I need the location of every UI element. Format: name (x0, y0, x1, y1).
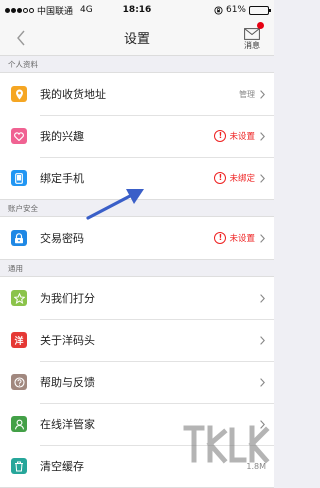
row-bind-phone[interactable]: 绑定手机 ! 未绑定 (0, 157, 274, 199)
row-shipping-address[interactable]: 我的收货地址 管理 (0, 73, 274, 115)
row-right: ! 未设置 (214, 130, 266, 142)
message-label: 消息 (244, 41, 260, 50)
row-right: ! 未绑定 (214, 172, 266, 184)
help-icon (11, 374, 27, 390)
page-title: 设置 (123, 32, 150, 47)
customer-service-icon (11, 416, 27, 432)
watermark-logo (183, 425, 270, 464)
row-label: 我的收货地址 (40, 88, 106, 101)
section-header-general: 通用 (0, 260, 274, 276)
location-pin-icon (11, 86, 27, 102)
section-header-profile: 个人资料 (0, 56, 274, 72)
row-label: 交易密码 (40, 232, 84, 245)
battery-icon (249, 5, 271, 15)
row-help-feedback[interactable]: 帮助与反馈 (0, 361, 274, 403)
chevron-right-icon (258, 377, 266, 387)
chevron-right-icon (258, 335, 266, 345)
row-right (258, 293, 266, 303)
chevron-right-icon (258, 233, 266, 243)
row-right: ! 未设置 (214, 232, 266, 244)
row-right (258, 377, 266, 387)
row-label: 帮助与反馈 (40, 376, 95, 389)
row-rate-us[interactable]: 为我们打分 (0, 277, 274, 319)
phone-icon (11, 170, 27, 186)
group-profile: 我的收货地址 管理 我的兴趣 ! 未设置 绑定手机 ! 未绑定 (0, 72, 274, 200)
chevron-right-icon (258, 89, 266, 99)
group-account-security: 交易密码 ! 未设置 (0, 216, 274, 260)
warning-icon: ! (214, 130, 227, 142)
row-label: 关于洋码头 (40, 334, 95, 347)
warning-icon: ! (214, 172, 227, 184)
row-right (258, 335, 266, 345)
chevron-right-icon (258, 293, 266, 303)
back-button[interactable] (10, 26, 32, 50)
chevron-left-icon (17, 30, 25, 46)
message-button[interactable]: 消息 (236, 22, 268, 54)
star-icon (11, 290, 27, 306)
row-label: 绑定手机 (40, 172, 84, 185)
status-bar: 中国联通 4G 18:16 61% (0, 0, 274, 20)
heart-icon (11, 128, 27, 144)
row-label: 我的兴趣 (40, 130, 84, 143)
manage-text: 管理 (239, 89, 255, 99)
envelope-icon (244, 22, 264, 40)
chevron-right-icon (258, 131, 266, 141)
row-about[interactable]: 洋 关于洋码头 (0, 319, 274, 361)
status-text: 未设置 (229, 234, 255, 244)
unread-dot (257, 22, 264, 29)
status-text: 未设置 (229, 132, 255, 142)
warning-icon: ! (214, 232, 227, 244)
yang-logo-icon: 洋 (11, 332, 27, 348)
row-right: 管理 (239, 89, 266, 100)
row-label: 为我们打分 (40, 292, 95, 305)
row-trade-password[interactable]: 交易密码 ! 未设置 (0, 217, 274, 259)
status-text: 未绑定 (229, 174, 255, 184)
chevron-right-icon (258, 173, 266, 183)
row-my-interests[interactable]: 我的兴趣 ! 未设置 (0, 115, 274, 157)
lock-icon (11, 230, 27, 246)
trash-icon (11, 458, 27, 474)
section-header-account-security: 账户安全 (0, 200, 274, 216)
navigation-bar: 设置 消息 (0, 20, 274, 56)
status-time: 18:16 (122, 5, 152, 15)
